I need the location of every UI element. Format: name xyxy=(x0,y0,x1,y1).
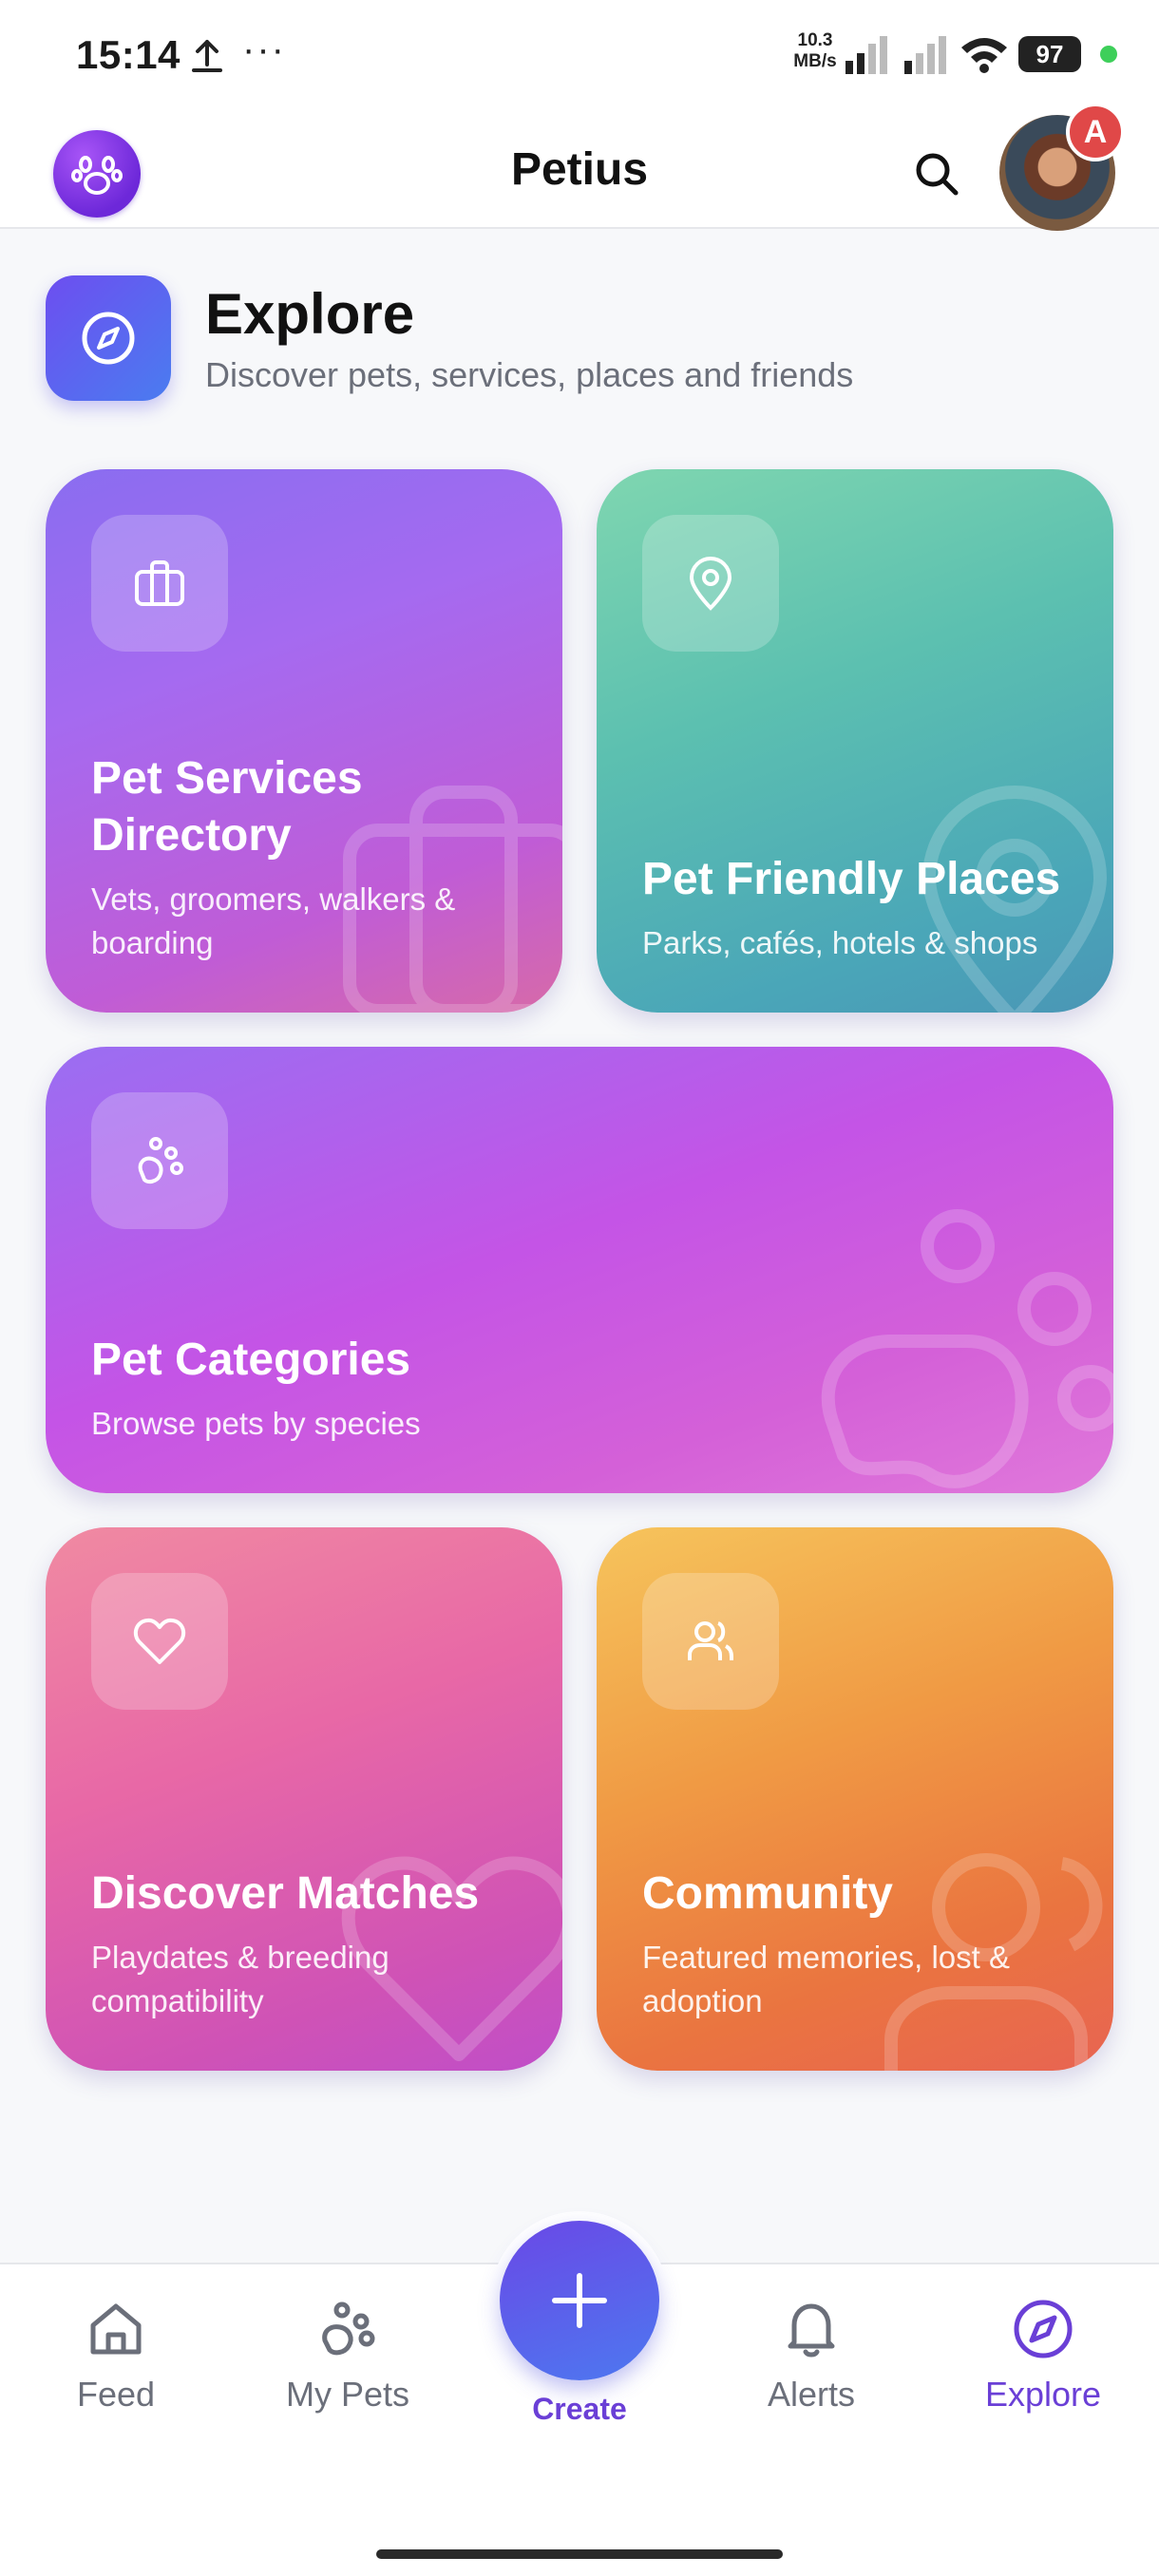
plus-icon xyxy=(552,2273,607,2328)
nav-label: My Pets xyxy=(285,2375,410,2414)
signal-icon xyxy=(846,36,887,74)
card-title: Pet Services Directory xyxy=(91,753,363,861)
card-pet-services-directory[interactable]: Pet Services Directory Vets, groomers, w… xyxy=(46,469,562,1013)
card-title: Pet Categories xyxy=(91,1335,411,1385)
bell-icon xyxy=(788,2303,835,2358)
nav-label: Explore xyxy=(984,2375,1102,2414)
home-icon xyxy=(90,2303,142,2355)
nav-label: Alerts xyxy=(767,2375,856,2414)
card-pet-categories[interactable]: Pet Categories Browse pets by species xyxy=(46,1047,1113,1493)
compass-icon xyxy=(1014,2300,1073,2358)
card-icon-box xyxy=(642,1573,779,1710)
nav-item-alerts[interactable]: Alerts xyxy=(716,2297,906,2415)
card-icon-box xyxy=(91,1573,228,1710)
map-pin-icon xyxy=(689,557,732,611)
wifi-icon xyxy=(961,38,1007,73)
card-title: Discover Matches xyxy=(91,1868,480,1919)
card-title: Community xyxy=(642,1868,893,1919)
card-discover-matches[interactable]: Discover Matches Playdates & breeding co… xyxy=(46,1527,562,2071)
card-icon-box xyxy=(91,1092,228,1229)
app-title: Petius xyxy=(510,144,649,195)
create-label: Create xyxy=(532,2392,627,2426)
briefcase-icon xyxy=(135,560,184,606)
privacy-dot xyxy=(1100,46,1117,63)
card-title: Pet Friendly Places xyxy=(642,854,1061,904)
page-subtitle: Discover pets, services, places and frie… xyxy=(205,355,854,394)
nav-item-my-pets[interactable]: My Pets xyxy=(253,2297,443,2415)
app-logo[interactable] xyxy=(53,130,141,218)
card-description: Parks, cafés, hotels & shops xyxy=(642,925,1038,960)
card-pet-friendly-places[interactable]: Pet Friendly Places Parks, cafés, hotels… xyxy=(597,469,1113,1013)
status-bar: 15:14 ··· 10.3 MB/s 97 xyxy=(0,0,1159,109)
card-community[interactable]: Community Featured memories, lost & adop… xyxy=(597,1527,1113,2071)
search-icon[interactable] xyxy=(910,147,963,200)
nav-label: Feed xyxy=(76,2375,156,2414)
network-speed: 10.3 MB/s xyxy=(793,30,837,71)
card-icon-box xyxy=(91,515,228,652)
heart-icon xyxy=(133,1618,186,1664)
create-button[interactable] xyxy=(500,2221,659,2380)
paw-icon xyxy=(322,2301,375,2356)
nav-item-explore[interactable]: Explore xyxy=(948,2297,1138,2415)
card-description: Vets, groomers, walkers & boarding xyxy=(91,881,456,960)
battery-icon: 97 xyxy=(1018,36,1081,72)
card-icon-box xyxy=(642,515,779,652)
card-description: Playdates & breeding compatibility xyxy=(91,1940,390,2018)
status-more-icon: ··· xyxy=(242,28,286,70)
users-icon xyxy=(688,1621,733,1660)
compass-icon xyxy=(46,275,171,401)
page-title: Explore xyxy=(205,282,415,346)
signal-icon xyxy=(904,36,946,74)
app-header: Petius xyxy=(0,109,1159,231)
card-description: Browse pets by species xyxy=(91,1406,421,1441)
notification-badge: A xyxy=(1066,103,1125,161)
card-description: Featured memories, lost & adoption xyxy=(642,1940,1010,2018)
upload-icon xyxy=(192,40,222,72)
nav-item-feed[interactable]: Feed xyxy=(21,2297,211,2415)
home-indicator[interactable] xyxy=(376,2549,783,2559)
paw-deco-icon xyxy=(821,1209,1113,1488)
paw-icon xyxy=(138,1137,183,1184)
status-time: 15:14 xyxy=(76,32,180,77)
paw-icon xyxy=(71,156,123,195)
